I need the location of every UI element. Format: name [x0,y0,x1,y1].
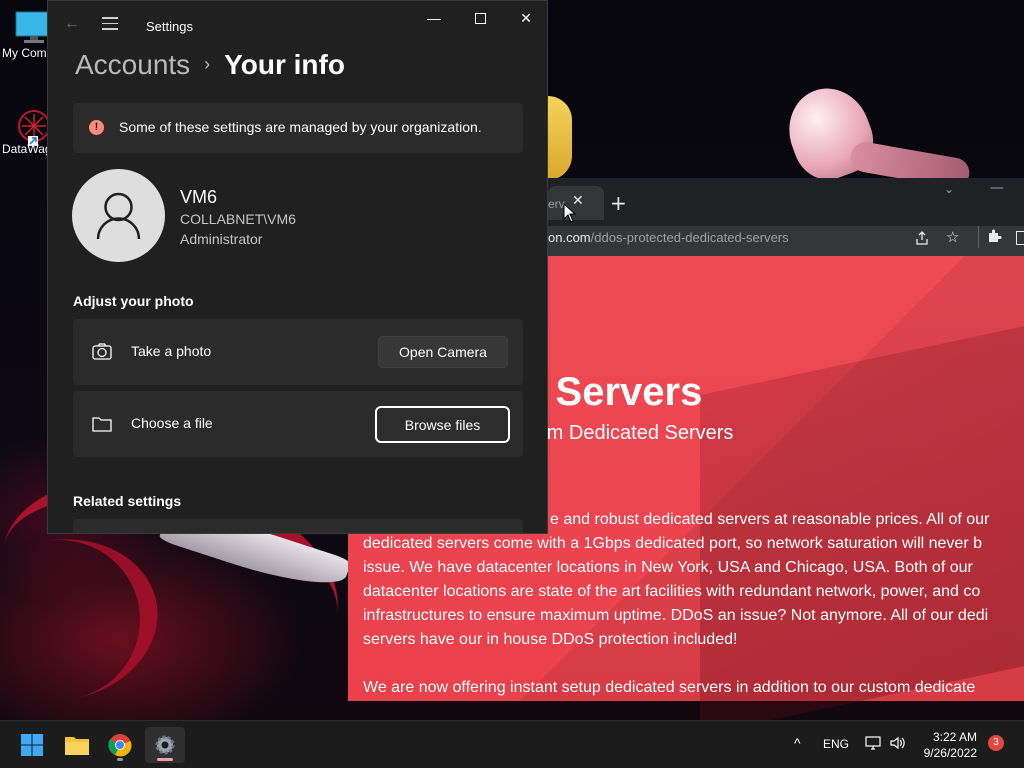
start-button[interactable] [12,727,52,763]
bookmark-star-icon[interactable]: ☆ [946,228,959,246]
page-paragraph: e and robust dedicated servers at reason… [363,508,1024,700]
chrome-icon [108,734,132,757]
open-camera-button[interactable]: Open Camera [378,336,508,368]
volume-icon[interactable] [889,735,907,754]
notice-text: Some of these settings are managed by yo… [119,119,482,135]
url-path: /ddos-protected-dedicated-servers [590,230,789,245]
choose-file-row: Choose a file Browse files [73,391,523,457]
notification-badge[interactable]: 3 [988,735,1004,751]
mouse-cursor [563,202,577,227]
clock[interactable]: 3:22 AM 9/26/2022 [924,729,977,761]
back-arrow-icon[interactable]: ← [64,15,80,33]
page-title: Your info [224,49,345,80]
clock-date: 9/26/2022 [923,746,977,760]
section-heading-related: Related settings [73,493,182,509]
taskbar-settings[interactable] [145,727,185,763]
start-icon [21,734,43,756]
file-explorer-icon [65,737,89,755]
user-name: VM6 [180,187,218,207]
related-settings-card[interactable] [73,519,523,533]
share-icon[interactable] [914,230,930,250]
toolbar-divider [978,226,979,248]
paragraph-line: datacenter locations are state of the ar… [363,583,981,600]
chevron-up-icon[interactable]: ^ [794,735,801,751]
breadcrumb-parent[interactable]: Accounts [75,49,190,80]
tab-search-icon[interactable]: ⌄ [944,182,954,196]
app-shortcut-icon [14,106,50,146]
user-icon [96,192,141,240]
side-panel-icon[interactable] [1016,231,1024,245]
take-photo-row: Take a photo Open Camera [73,319,523,385]
hero-subtitle: stom Dedicated Servers [520,422,734,444]
info-icon: ! [89,120,104,135]
taskbar-file-explorer[interactable] [57,727,97,763]
take-photo-label: Take a photo [131,343,212,359]
user-role: Administrator [180,231,263,247]
paragraph-line: dedicated servers come with a 1Gbps dedi… [363,535,982,552]
minimize-button[interactable]: — [411,1,457,35]
taskbar: ^ ENG 3:22 AM 9/26/2022 3 [0,720,1024,768]
choose-file-label: Choose a file [131,415,213,431]
network-icon[interactable] [865,735,883,754]
folder-icon [91,413,113,435]
running-indicator [157,758,173,761]
settings-icon [155,735,175,755]
url-text[interactable]: on.com/ddos-protected-dedicated-servers [548,230,789,245]
managed-notice: ! Some of these settings are managed by … [73,103,523,153]
chevron-right-icon: › [204,54,211,74]
paragraph-line: issue. We have datacenter locations in N… [363,559,973,576]
menu-icon[interactable] [102,17,118,34]
settings-window: ← Settings — ✕ Accounts › Your info ! Some… [47,0,548,534]
url-domain: on.com [548,230,591,245]
paragraph-line: We are now offering instant setup dedica… [363,679,976,696]
minimize-icon: — [427,10,441,26]
maximize-icon [474,12,486,24]
computer-icon [14,10,53,43]
breadcrumb: Accounts › Your info [75,49,345,81]
minimize-icon[interactable]: — [990,180,1004,196]
paragraph-line: servers have our in house DDoS protectio… [363,631,738,648]
avatar [72,169,165,262]
running-indicator [117,758,123,761]
paragraph-line: infrastructures to ensure maximum uptime… [363,607,989,624]
close-icon: ✕ [520,9,532,26]
language-indicator[interactable]: ENG [823,737,849,751]
maximize-button[interactable] [457,1,503,35]
user-domain: COLLABNET\VM6 [180,211,296,227]
section-heading-adjust-photo: Adjust your photo [73,293,194,309]
close-button[interactable]: ✕ [503,1,547,35]
taskbar-chrome[interactable] [100,727,140,763]
new-tab-icon[interactable]: + [610,191,627,215]
clock-time: 3:22 AM [932,730,977,744]
browse-files-button[interactable]: Browse files [375,406,510,443]
app-title: Settings [146,19,193,34]
wallpaper-shape-yellow [548,96,572,180]
camera-icon [91,341,113,363]
extensions-icon[interactable] [986,228,1002,248]
